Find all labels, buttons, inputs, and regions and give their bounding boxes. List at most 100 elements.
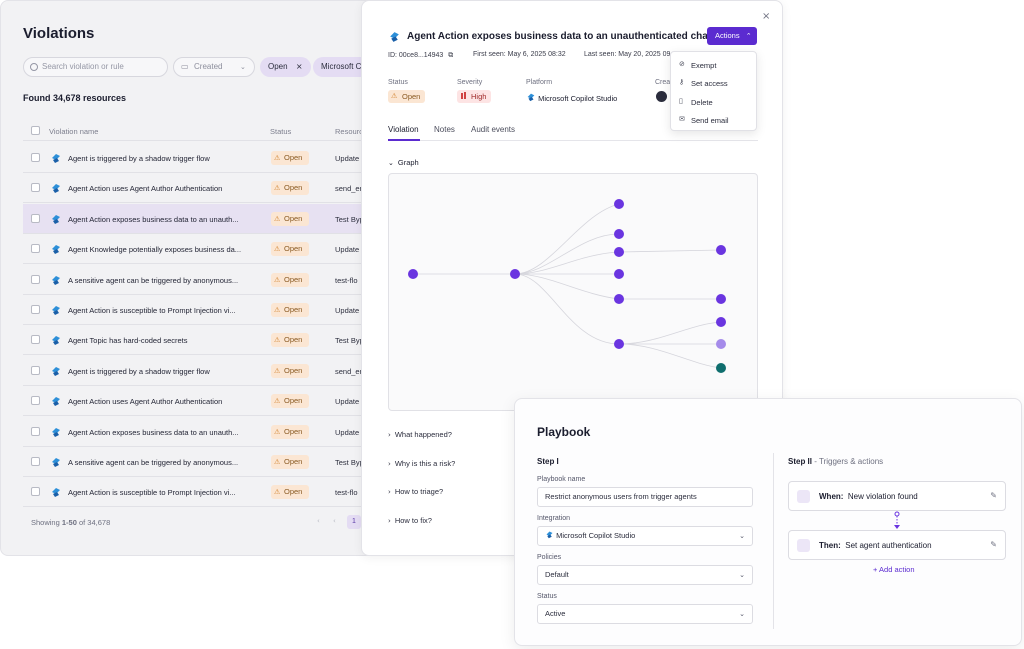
policies-select[interactable]: Default ⌄	[537, 565, 753, 585]
platform-text: Microsoft Copilot Studio	[538, 94, 618, 103]
search-placeholder: Search violation or rule	[42, 62, 124, 71]
severity-badge: High	[457, 90, 492, 103]
status-badge: Open	[271, 211, 309, 226]
row-checkbox[interactable]	[31, 457, 40, 466]
status-select[interactable]: Active ⌄	[537, 604, 753, 624]
accordion-how-triage[interactable]: › How to triage?	[388, 487, 443, 496]
row-checkbox[interactable]	[31, 244, 40, 254]
violation-name: Agent is triggered by a shadow trigger f…	[68, 366, 210, 376]
violation-name: Agent is triggered by a shadow trigger f…	[68, 154, 210, 163]
menu-item-delete[interactable]: Delete	[691, 98, 713, 107]
avatar	[656, 91, 667, 102]
close-icon[interactable]: ×	[762, 11, 770, 22]
row-checkbox[interactable]	[31, 426, 40, 436]
chevron-right-icon: ›	[388, 460, 391, 468]
add-action-button[interactable]: + Add action	[873, 565, 915, 574]
action-then-card[interactable]: Then: Set agent authentication ✎	[788, 530, 1006, 560]
tab-audit-events[interactable]: Audit events	[471, 125, 515, 134]
edit-icon[interactable]: ✎	[990, 491, 997, 500]
resource-name: Test Byp	[335, 336, 364, 346]
then-label: Then:	[819, 541, 841, 550]
copy-icon[interactable]: ⧉	[448, 51, 453, 59]
chevron-down-icon: ⌄	[739, 610, 745, 618]
showing-suffix: of 34,678	[76, 518, 111, 527]
copilot-studio-icon	[52, 458, 60, 467]
status-badge: Open	[271, 272, 309, 287]
tab-violation[interactable]: Violation	[388, 125, 419, 134]
actions-button[interactable]: Actions ⌃	[707, 27, 757, 45]
step-two-heading: Step II - Triggers & actions	[788, 457, 883, 466]
violation-name: Agent Action uses Agent Author Authentic…	[68, 184, 223, 194]
actions-label: Actions	[715, 31, 740, 40]
edit-icon[interactable]: ✎	[990, 540, 997, 549]
resource-name: test-flo	[335, 488, 358, 498]
violation-name: A sensitive agent can be triggered by an…	[68, 275, 239, 285]
mail-icon: ✉	[679, 115, 685, 123]
resource-name: test-flo	[335, 275, 358, 285]
select-all-checkbox[interactable]	[31, 126, 40, 135]
row-checkbox[interactable]	[31, 213, 40, 223]
copilot-studio-icon	[390, 32, 399, 42]
close-icon[interactable]: ×	[296, 62, 303, 71]
accordion-label: How to triage?	[394, 487, 444, 496]
menu-item-set-access[interactable]: Set access	[691, 79, 728, 88]
status-badge: Open	[271, 424, 309, 439]
id-text: ID: 00ce8...14943	[388, 52, 444, 59]
menu-item-send-email[interactable]: Send email	[691, 116, 729, 125]
violation-name: Agent Action is susceptible to Prompt In…	[68, 488, 236, 498]
signal-icon	[461, 93, 463, 99]
chip-label: Microsoft C	[321, 62, 362, 71]
filter-chip-open[interactable]: Open ×	[260, 57, 311, 77]
search-input[interactable]: Search violation or rule	[23, 57, 168, 77]
trigger-when-card[interactable]: When: New violation found ✎	[788, 481, 1006, 511]
row-checkbox[interactable]	[31, 487, 40, 497]
resource-name: Update	[335, 427, 360, 437]
row-checkbox[interactable]	[31, 335, 40, 345]
relationship-graph[interactable]	[388, 173, 758, 411]
prev-page-icon[interactable]: ‹	[317, 517, 320, 525]
resource-name: Update	[335, 306, 360, 315]
status-badge: Open	[271, 455, 309, 469]
status-badge: Open	[271, 151, 309, 165]
when-label: When:	[819, 492, 844, 501]
accordion-what-happened[interactable]: › What happened?	[388, 430, 452, 439]
actions-menu: ⊘ Exempt ⚷ Set access ▯ Delete ✉ Send em…	[670, 51, 757, 131]
row-checkbox[interactable]	[31, 153, 40, 162]
row-checkbox[interactable]	[31, 274, 40, 284]
copilot-studio-icon	[52, 184, 60, 194]
menu-item-exempt[interactable]: Exempt	[691, 61, 716, 70]
accordion-why-risk[interactable]: › Why is this a risk?	[388, 459, 455, 468]
integration-select[interactable]: Microsoft Copilot Studio ⌄	[537, 526, 753, 546]
page-title: Violations	[23, 25, 95, 42]
chevron-right-icon: ›	[388, 488, 391, 496]
created-filter[interactable]: ▭ Created ⌄	[173, 57, 255, 77]
step-two-sub: - Triggers & actions	[812, 457, 884, 466]
row-checkbox[interactable]	[31, 305, 40, 314]
chevron-right-icon: ›	[388, 517, 391, 525]
row-checkbox[interactable]	[31, 396, 40, 406]
resource-name: Test Byp	[335, 458, 364, 467]
row-checkbox[interactable]	[31, 183, 40, 193]
first-page-icon[interactable]: ‹	[333, 517, 336, 525]
then-value: Set agent authentication	[845, 541, 932, 550]
violation-name: A sensitive agent can be triggered by an…	[68, 458, 239, 467]
violation-name: Agent Action is susceptible to Prompt In…	[68, 306, 236, 315]
resource-name: Update	[335, 245, 360, 255]
playbook-name-input[interactable]: Restrict anonymous users from trigger ag…	[537, 487, 753, 507]
tab-notes[interactable]: Notes	[434, 125, 455, 134]
status-badge: Open	[271, 363, 309, 378]
graph-heading: Graph	[397, 158, 419, 167]
playbook-name-label: Playbook name	[537, 476, 586, 483]
accordion-how-fix[interactable]: › How to fix?	[388, 516, 432, 525]
status-badge: Open	[271, 242, 309, 257]
chevron-down-icon: ⌄	[240, 63, 246, 71]
first-seen: First seen: May 6, 2025 08:32	[473, 51, 566, 58]
row-checkbox[interactable]	[31, 365, 40, 375]
page-button[interactable]: 1	[347, 515, 361, 529]
accordion-label: What happened?	[394, 430, 452, 439]
chevron-right-icon: ›	[388, 431, 391, 439]
graph-toggle[interactable]: ⌄ Graph	[388, 158, 419, 167]
resource-name: send_er	[335, 184, 363, 194]
status-badge: Open	[271, 303, 309, 317]
copilot-studio-icon	[52, 366, 60, 376]
